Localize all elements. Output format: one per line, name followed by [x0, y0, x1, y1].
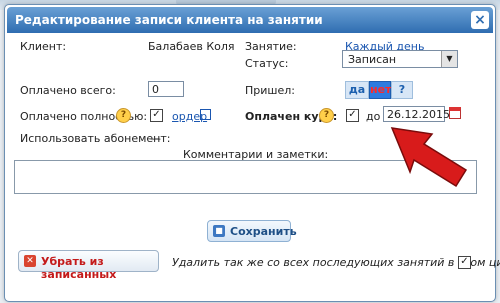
arrow-shape	[390, 127, 468, 188]
annotation-arrow-icon	[390, 127, 468, 188]
